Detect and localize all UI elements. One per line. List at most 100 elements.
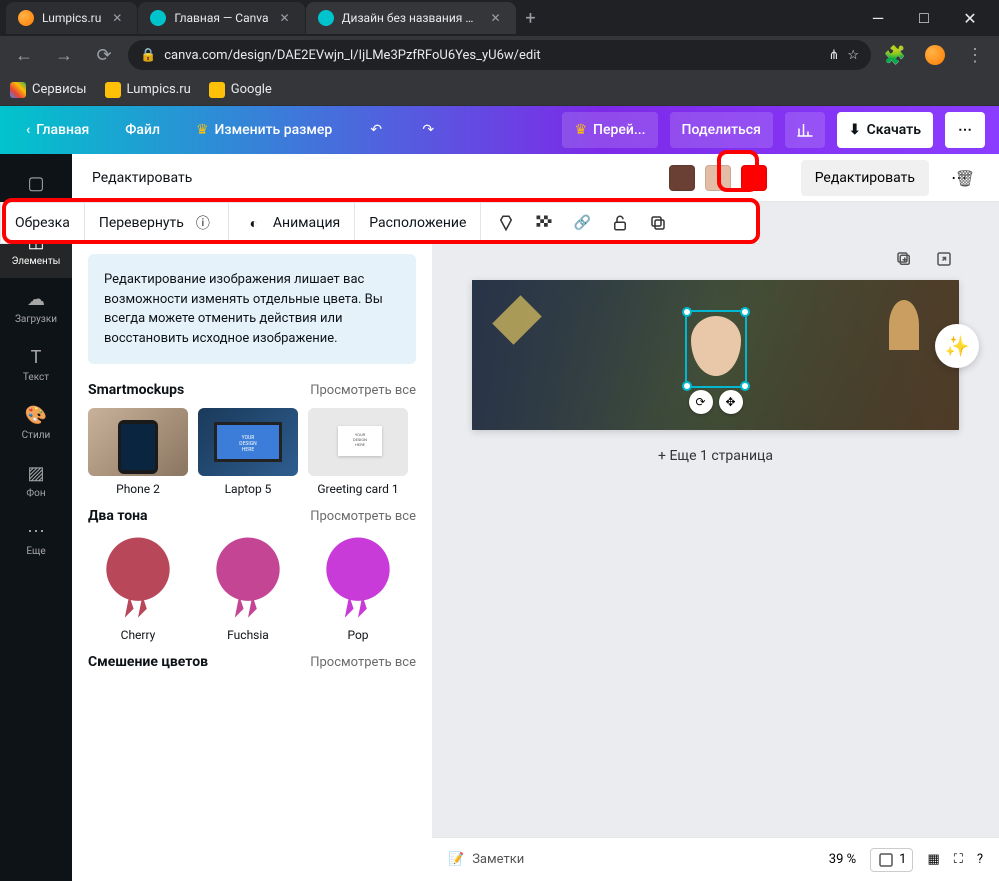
canvas-page[interactable]: ⟳ ✥ <box>472 280 959 430</box>
browser-tabs: Lumpics.ru ✕ Главная — Canva ✕ Дизайн бе… <box>0 0 999 36</box>
chevron-left-icon: ‹ <box>26 122 30 138</box>
home-button[interactable]: ‹Главная <box>14 112 101 148</box>
selection-box[interactable]: ⟳ ✥ <box>685 310 747 388</box>
download-button[interactable]: ⬇Скачать <box>837 112 933 148</box>
page-count[interactable]: 1 <box>870 848 913 872</box>
text-icon: T <box>26 348 46 368</box>
edit-button[interactable]: Редактировать <box>801 160 929 196</box>
info-message: Редактирование изображения лишает вас во… <box>88 254 416 364</box>
color-swatch-3[interactable] <box>741 165 767 191</box>
left-rail: ▢Шаблоны ◫Элементы ☁Загрузки TТекст 🎨Сти… <box>0 154 72 881</box>
download-icon: ⬇ <box>849 122 861 138</box>
color-swatch-1[interactable] <box>669 165 695 191</box>
reload-button[interactable]: ⟳ <box>88 39 120 71</box>
rail-background[interactable]: ▨Фон <box>0 452 72 510</box>
canva-header: ‹Главная Файл ♛Изменить размер ↶ ↷ ♛Пере… <box>0 106 999 154</box>
resize-button[interactable]: ♛Изменить размер <box>184 112 344 148</box>
info-icon[interactable]: ⓘ <box>192 212 214 234</box>
browser-tab-2[interactable]: Главная — Canva ✕ <box>138 2 304 34</box>
star-icon[interactable]: ☆ <box>847 48 859 63</box>
notes-button[interactable]: 📝Заметки <box>448 852 524 867</box>
flip-button[interactable]: Перевернутьⓘ <box>85 203 229 243</box>
section-duotone: Два тона <box>88 508 148 524</box>
bookmark-google[interactable]: Google <box>209 82 272 98</box>
move-button[interactable]: ✥ <box>719 390 743 414</box>
view-all-link[interactable]: Просмотреть все <box>310 655 416 670</box>
analytics-button[interactable] <box>785 112 825 148</box>
bookmark-apps[interactable]: Сервисы <box>10 82 87 98</box>
circle-icon: ◐ <box>243 212 265 234</box>
templates-icon: ▢ <box>26 174 46 194</box>
section-colormix: Смешение цветов <box>88 654 208 670</box>
notes-icon: 📝 <box>448 852 464 867</box>
link-icon[interactable]: 🔗 <box>571 212 593 234</box>
section-smartmockups: Smartmockups <box>88 382 184 398</box>
add-page-button[interactable]: + Еще 1 страница <box>472 430 959 482</box>
crown-icon: ♛ <box>196 122 209 138</box>
rotate-button[interactable]: ⟳ <box>689 390 713 414</box>
cloud-upload-icon: ☁ <box>26 290 46 310</box>
position-button[interactable]: Расположение <box>355 203 481 243</box>
delete-button[interactable]: 🗑 <box>951 164 979 192</box>
url-text: canva.com/design/DAE2EVwjn_l/IjLMe3PzfRF… <box>164 48 540 63</box>
favicon-canva <box>318 10 334 26</box>
mockup-phone[interactable]: Phone 2 <box>88 408 188 496</box>
close-icon[interactable]: ✕ <box>488 10 504 26</box>
undo-button[interactable]: ↶ <box>356 112 396 148</box>
rail-text[interactable]: TТекст <box>0 336 72 394</box>
edit-label[interactable]: Редактировать <box>92 170 192 186</box>
canvas-area[interactable]: ⟳ ✥ + Еще 1 страница ✨ 📝Заметки 39 % 1 ▦… <box>432 154 999 881</box>
side-panel: Редактирование изображения лишает вас во… <box>72 154 432 881</box>
magic-button[interactable]: ✨ <box>935 324 979 368</box>
grid-view-icon[interactable]: ▦ <box>927 852 939 867</box>
bookmark-lumpics[interactable]: Lumpics.ru <box>105 82 191 98</box>
crop-button[interactable]: Обрезка <box>1 203 85 243</box>
close-icon[interactable]: ✕ <box>277 10 293 26</box>
upgrade-button[interactable]: ♛Перей... <box>562 112 657 148</box>
extensions-icon[interactable]: 🧩 <box>879 39 911 71</box>
duotone-pop[interactable]: Pop <box>308 534 408 642</box>
zoom-level[interactable]: 39 % <box>829 852 856 867</box>
rail-more[interactable]: ⋯Еще <box>0 510 72 568</box>
more-header-button[interactable]: ⋯ <box>945 112 985 148</box>
rail-uploads[interactable]: ☁Загрузки <box>0 278 72 336</box>
tool-row: Обрезка Перевернутьⓘ ◐Анимация Расположе… <box>0 202 760 244</box>
style-copy-icon[interactable] <box>495 212 517 234</box>
duotone-cherry[interactable]: Cherry <box>88 534 188 642</box>
url-bar[interactable]: 🔒 canva.com/design/DAE2EVwjn_l/IjLMe3Pzf… <box>128 40 871 70</box>
share-icon[interactable]: ⋔ <box>828 48 839 63</box>
redo-button[interactable]: ↷ <box>408 112 448 148</box>
bottom-bar: 📝Заметки 39 % 1 ▦ ⛶ ? <box>432 837 999 881</box>
animation-button[interactable]: ◐Анимация <box>229 203 355 243</box>
new-tab-button[interactable]: + <box>517 4 545 32</box>
duplicate-icon[interactable] <box>647 212 669 234</box>
close-window-button[interactable]: ✕ <box>947 0 993 36</box>
rail-styles[interactable]: 🎨Стили <box>0 394 72 452</box>
fullscreen-icon[interactable]: ⛶ <box>954 852 963 867</box>
share-button[interactable]: Поделиться <box>670 112 773 148</box>
mockup-card[interactable]: YOURDESIGNHEREGreeting card 1 <box>308 408 408 496</box>
color-swatch-2[interactable] <box>705 165 731 191</box>
minimize-button[interactable]: — <box>855 0 901 36</box>
forward-button[interactable]: → <box>48 39 80 71</box>
duotone-fuchsia[interactable]: Fuchsia <box>198 534 298 642</box>
profile-avatar[interactable] <box>919 39 951 71</box>
browser-tab-3[interactable]: Дизайн без названия — 1024 ✕ <box>306 2 516 34</box>
transparency-icon[interactable] <box>533 212 555 234</box>
browser-tab-1[interactable]: Lumpics.ru ✕ <box>6 2 137 34</box>
lock-icon[interactable] <box>609 212 631 234</box>
lock-icon: 🔒 <box>140 48 156 63</box>
duplicate-page-button[interactable] <box>889 244 919 274</box>
close-icon[interactable]: ✕ <box>109 10 125 26</box>
view-all-link[interactable]: Просмотреть все <box>310 509 416 524</box>
palette-icon: 🎨 <box>26 406 46 426</box>
view-all-link[interactable]: Просмотреть все <box>310 383 416 398</box>
browser-menu-icon[interactable]: ⋮ <box>959 39 991 71</box>
help-icon[interactable]: ? <box>977 852 983 867</box>
maximize-button[interactable]: □ <box>901 0 947 36</box>
more-icon: ⋯ <box>26 522 46 542</box>
back-button[interactable]: ← <box>8 39 40 71</box>
open-page-button[interactable] <box>929 244 959 274</box>
file-menu[interactable]: Файл <box>113 112 172 148</box>
mockup-laptop[interactable]: YOURDESIGNHERELaptop 5 <box>198 408 298 496</box>
